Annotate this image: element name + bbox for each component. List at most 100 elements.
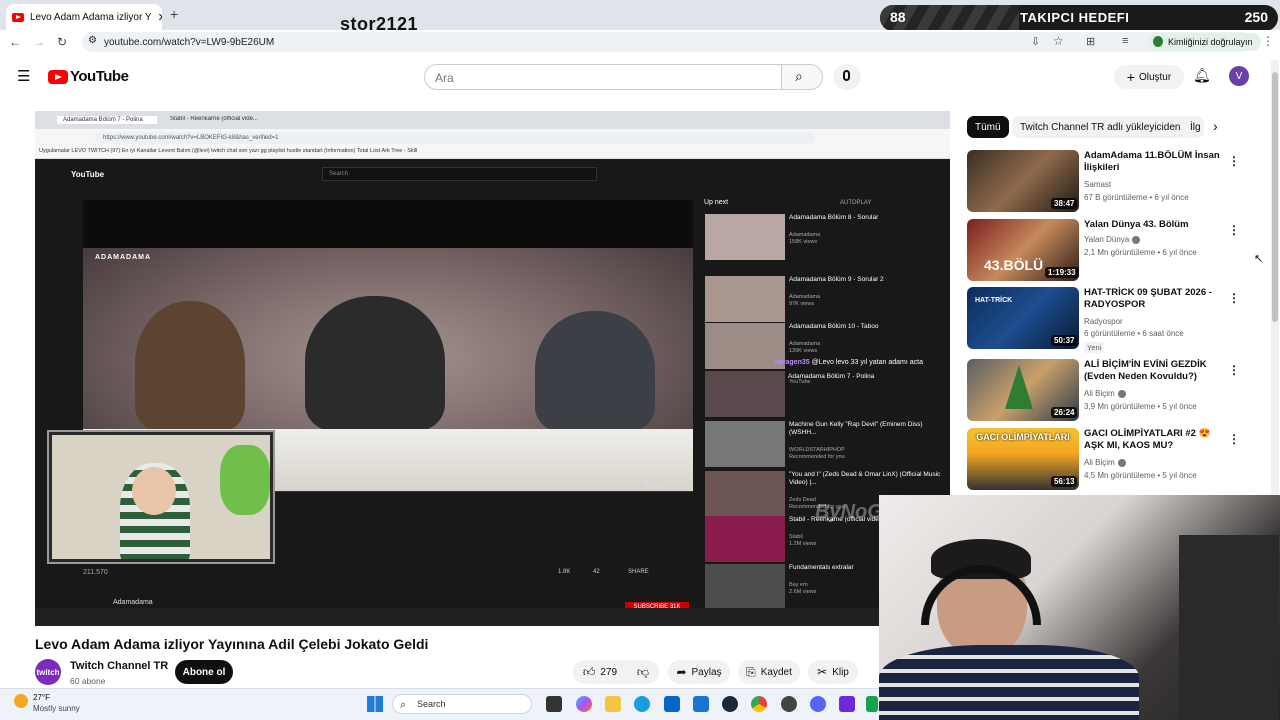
more-options-icon[interactable]: ⋮ [1228,291,1240,305]
sidebar-video-item[interactable]: 26:24 ALİ BİÇİM'İN EVİNİ GEZDİK (Evden N… [967,359,1240,421]
sidebar-video-item[interactable]: 43.BÖLÜ 1:19:33 Yalan Dünya 43. Bölüm Ya… [967,219,1240,281]
video-channel: Ali Biçim [1084,458,1126,467]
tab-search-icon[interactable]: ⊞ [1086,35,1095,48]
video-title: ALİ BİÇİM'İN EVİNİ GEZDİK (Evden Neden K… [1084,359,1207,382]
save-button[interactable]: ⎘ Kaydet [738,660,800,684]
filter-chip-uploader[interactable]: Twitch Channel TR adlı yükleyiciden [1012,116,1189,138]
filter-chip-all[interactable]: Tümü [967,116,1009,138]
identity-verify-chip[interactable]: Kimliğinizi doğrulayın [1148,33,1261,51]
voice-search-button[interactable] [833,64,861,90]
video-meta: 67 B görüntüleme • 6 yıl önce [1084,193,1189,202]
mail-icon[interactable] [693,696,709,712]
file-explorer-icon[interactable] [605,696,621,712]
channel-avatar[interactable]: twitch [35,659,61,685]
video-meta: 4,5 Mn görüntüleme • 5 yıl önce [1084,471,1197,480]
inner-bookmarks: Uygulamalar LEVO TWITCH (97) En iyi Kana… [39,148,418,154]
weather-desc[interactable]: Mostly sunny [33,704,80,713]
video-title: HAT-TRİCK 09 ŞUBAT 2026 - RADYOSPOR [1084,287,1212,310]
thumbs-down-icon: 👎︎ [636,664,650,679]
search-button[interactable]: ⌕ [781,64,823,90]
youtube-logo-icon[interactable] [48,70,68,84]
new-tab-icon[interactable]: + [170,6,178,22]
app-icon[interactable] [781,696,797,712]
filter-chip-related[interactable]: İlg [1182,116,1204,138]
create-button[interactable]: + Oluştur [1114,65,1184,89]
video-title: Yalan Dünya 43. Bölüm [1084,219,1189,230]
account-avatar[interactable]: V [1229,66,1249,86]
outlook-icon[interactable] [664,696,680,712]
taskbar-search-label: Search [417,699,446,709]
search-input[interactable]: Ara [424,64,782,90]
sidebar-video-item[interactable]: HAT-TRİCK 50:37 HAT-TRİCK 09 ŞUBAT 2026 … [967,287,1240,353]
thumbnail-text: HAT-TRİCK [975,297,1013,304]
video-channel: Radyospor [1084,317,1123,326]
chevron-right-icon[interactable]: › [1213,118,1218,134]
webcam-plant [220,445,270,515]
reading-list-icon[interactable]: ≡ [1122,35,1128,47]
url-text: youtube.com/watch?v=LW9-9bE26UM [104,36,275,48]
follower-goal-current: 88 [890,9,906,25]
shield-icon [1153,36,1163,47]
tab-close-icon[interactable]: ✕ [158,11,162,24]
share-button[interactable]: ➦ Paylaş [668,660,730,684]
clip-button[interactable]: ✂ Klip [808,660,858,684]
reload-icon[interactable]: ↻ [57,35,67,49]
video-duration: 26:24 [1051,407,1078,418]
inner-browser-tabs: Adamadama Bölüm 7 - Polina Stabil - Reen… [35,111,950,129]
weather-temp[interactable]: 27°F [33,693,50,702]
weather-icon[interactable] [14,694,28,708]
browser-menu-icon[interactable]: ⋮ [1262,34,1274,48]
video-player[interactable]: Adamadama Bölüm 7 - Polina Stabil - Reen… [35,111,950,626]
inner-tab-1: Adamadama Bölüm 7 - Polina [57,116,157,124]
thumbs-up-icon: 👍︎ [582,664,596,679]
address-bar[interactable]: ⚙ youtube.com/watch?v=LW9-9bE26UM [82,32,1252,52]
share-arrow-icon: ➦ [676,665,687,679]
steam-icon[interactable] [722,696,738,712]
purple-app-icon[interactable] [839,696,855,712]
more-options-icon[interactable]: ⋮ [1228,432,1240,446]
task-view-icon[interactable] [546,696,562,712]
like-button[interactable]: 👍︎ 279 [573,660,627,684]
share-label: Paylaş [691,666,722,678]
more-options-icon[interactable]: ⋮ [1228,154,1240,168]
search-icon: ⌕ [795,68,803,84]
notifications-bell-icon[interactable]: 🔔︎ [1193,67,1211,84]
channel-subscribers: 60 abone [70,676,106,686]
video-meta: 3,9 Mn görüntüleme • 5 yıl önce [1084,402,1197,411]
browser-tab-active[interactable]: Levo Adam Adama izliyor Y ✕ [6,4,162,30]
streamer-facecam [879,495,1280,720]
back-icon[interactable]: ← [9,35,21,49]
install-icon[interactable]: ⇩ [1031,35,1040,48]
webcam-face [132,467,176,515]
channel-name[interactable]: Twitch Channel TR [70,660,168,672]
chrome-icon[interactable] [751,696,767,712]
search-icon: ⌕ [400,699,407,711]
inner-autoplay: AUTOPLAY [840,200,872,206]
discord-icon[interactable] [810,696,826,712]
edge-icon[interactable] [634,696,650,712]
bookmark-star-icon[interactable]: ☆ [1053,34,1064,48]
subscribe-button[interactable]: Abone ol [175,660,233,684]
thumbnail-text: GACI OLİMPİYATLARI [976,432,1070,442]
site-info-icon[interactable]: ⚙ [88,35,97,46]
windows-start-icon[interactable] [367,696,383,712]
sidebar-video-item[interactable]: 38:47 AdamAdama 11.BÖLÜM İnsan İlişkiler… [967,150,1240,212]
inner-view-count: 211.570 [83,569,108,576]
inner-taskbar [35,608,950,626]
taskbar-search[interactable]: ⌕ Search [392,694,532,714]
video-meta: 6 görüntüleme • 6 saat önce [1084,329,1184,338]
hamburger-menu-icon[interactable]: ☰ [17,67,30,85]
more-options-icon[interactable]: ⋮ [1228,223,1240,237]
more-options-icon[interactable]: ⋮ [1228,363,1240,377]
youtube-logo-text[interactable]: YouTube [70,68,129,85]
scrollbar-thumb[interactable] [1272,72,1278,322]
green-app-icon[interactable] [866,696,878,712]
forward-icon[interactable]: → [33,35,45,49]
inner-tab-2: Stabil - Reenkarne (official vide... [170,116,258,122]
video-title: GACI OLİMPİYATLARI #2 😍 AŞK MI, KAOS MU? [1084,428,1211,451]
dislike-button[interactable]: 👎︎ [627,660,659,684]
copilot-icon[interactable] [576,696,592,712]
new-badge: Yeni [1084,342,1105,353]
sidebar-video-item[interactable]: GACI OLİMPİYATLARI 56:13 GACI OLİMPİYATL… [967,428,1240,490]
video-duration: 38:47 [1051,198,1078,209]
